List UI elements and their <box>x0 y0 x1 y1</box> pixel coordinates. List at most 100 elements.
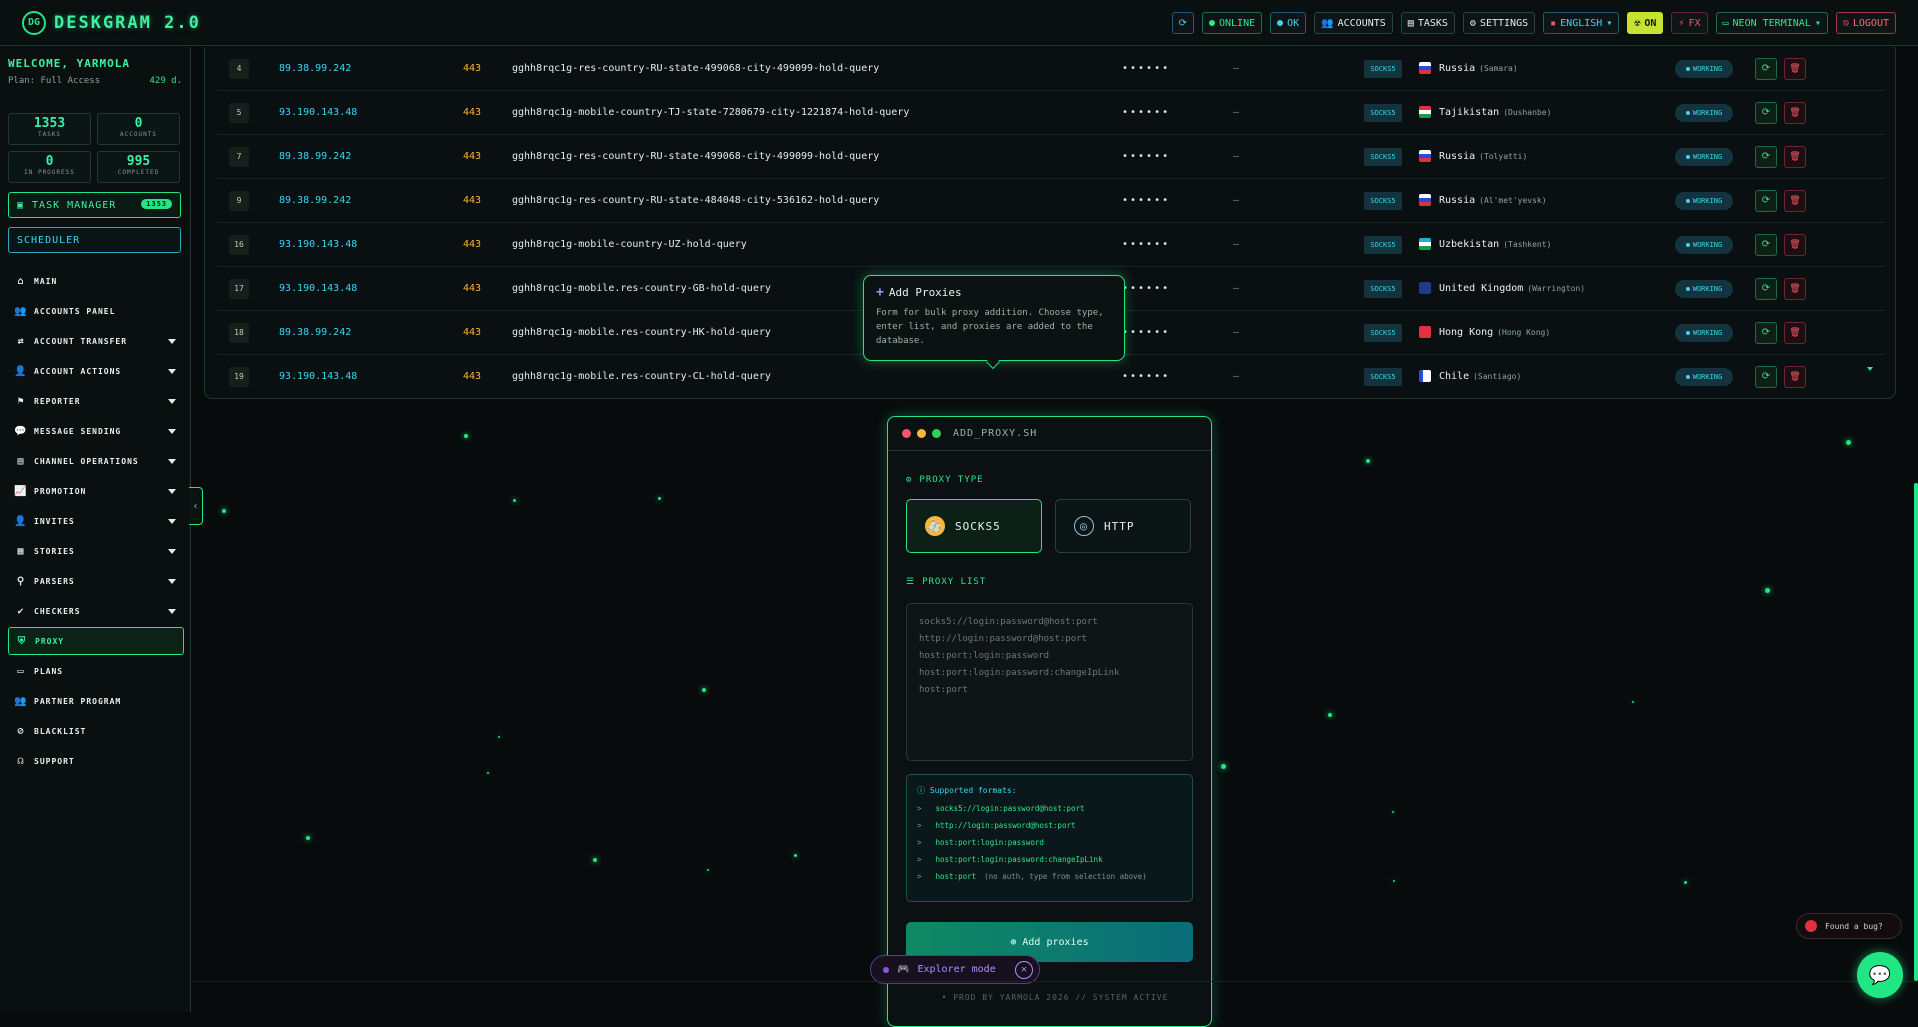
delete-proxy-button[interactable]: 🗑 <box>1784 233 1806 256</box>
format-text: http://login:password@host:port <box>935 821 1076 830</box>
refresh-proxy-button[interactable]: ⟳ <box>1755 189 1777 212</box>
language-select[interactable]: ▪ ENGLISH ▾ <box>1543 12 1620 34</box>
chevron-down-icon[interactable] <box>168 428 176 434</box>
proxy-list-input[interactable] <box>906 603 1193 761</box>
city-name: (Tolyatti) <box>1479 152 1528 161</box>
sidebar-item-account-actions[interactable]: 👤 ACCOUNT ACTIONS <box>8 357 184 385</box>
stat-accounts: 0 ACCOUNTS <box>97 113 180 145</box>
refresh-button[interactable]: ⟳ <box>1171 12 1194 34</box>
sidebar-item-parsers[interactable]: ⚲ PARSERS <box>8 567 184 595</box>
row-password: •••••• <box>1122 327 1171 338</box>
sidebar-item-stories[interactable]: ▦ STORIES <box>8 537 184 565</box>
sidebar-item-label: MAIN <box>34 276 58 286</box>
chevron-down-icon[interactable] <box>168 338 176 344</box>
chevron-down-icon[interactable] <box>168 398 176 404</box>
tj-flag-icon <box>1419 106 1431 118</box>
sidebar-item-accounts-panel[interactable]: 👥 ACCOUNTS PANEL <box>8 297 184 325</box>
prompt-icon: > <box>917 872 922 881</box>
socks5-option[interactable]: 🧦 SOCKS5 <box>906 499 1042 553</box>
row-ip: 89.38.99.242 <box>279 63 352 74</box>
card-icon: ▭ <box>17 665 25 677</box>
chat-button[interactable]: 💬 <box>1857 952 1903 998</box>
app-logo[interactable]: DG DESKGRAM 2.0 <box>22 10 201 35</box>
sidebar-item-invites[interactable]: 👤 INVITES <box>8 507 184 535</box>
formats-title: ⓘ Supported formats: <box>917 786 1017 795</box>
refresh-proxy-button[interactable]: ⟳ <box>1755 277 1777 300</box>
chevron-left-icon: ‹ <box>192 500 199 512</box>
sidebar-item-blacklist[interactable]: ⊘ BLACKLIST <box>8 717 184 745</box>
particle <box>498 736 500 738</box>
row-password: •••••• <box>1122 151 1171 162</box>
task-manager-button[interactable]: ▣ TASK MANAGER 1353 <box>8 192 181 218</box>
sidebar-item-proxy[interactable]: ⛨ PROXY <box>8 627 184 655</box>
accounts-button[interactable]: 👥 ACCOUNTS <box>1314 12 1393 34</box>
sidebar-item-message-sending[interactable]: 💬 MESSAGE SENDING <box>8 417 184 445</box>
delete-proxy-button[interactable]: 🗑 <box>1784 145 1806 168</box>
row-type-badge: SOCKS5 <box>1364 147 1402 166</box>
delete-proxy-button[interactable]: 🗑 <box>1784 101 1806 124</box>
sidebar-item-partner-program[interactable]: 👥 PARTNER PROGRAM <box>8 687 184 715</box>
row-country: Russia (Samara) <box>1439 63 1518 74</box>
scheduler-button[interactable]: SCHEDULER <box>8 227 181 253</box>
status-text: WORKING <box>1692 328 1723 337</box>
refresh-proxy-button[interactable]: ⟳ <box>1755 101 1777 124</box>
refresh-proxy-button[interactable]: ⟳ <box>1755 321 1777 344</box>
explorer-mode-pill[interactable]: 🎮 Explorer mode ✕ <box>870 955 1040 984</box>
chevron-down-icon[interactable] <box>168 368 176 374</box>
chevron-down-icon[interactable] <box>168 518 176 524</box>
chevron-down-icon[interactable] <box>168 578 176 584</box>
row-id: 16 <box>229 234 249 255</box>
status-badge: WORKING <box>1675 367 1733 386</box>
sidebar-item-main[interactable]: ⌂ MAIN <box>8 267 184 295</box>
sidebar-item-support[interactable]: ☊ SUPPORT <box>8 747 184 775</box>
report-bug-button[interactable]: Found a bug? <box>1796 913 1902 939</box>
table-scroll-down-icon[interactable] <box>1867 367 1873 371</box>
delete-proxy-button[interactable]: 🗑 <box>1784 321 1806 344</box>
refresh-proxy-button[interactable]: ⟳ <box>1755 233 1777 256</box>
sidebar-collapse-button[interactable]: ‹ <box>189 487 203 525</box>
online-dot-icon <box>1208 20 1215 26</box>
sound-toggle[interactable]: ☢ ON <box>1627 12 1664 34</box>
status-badge: WORKING <box>1675 59 1733 78</box>
refresh-proxy-button[interactable]: ⟳ <box>1755 365 1777 388</box>
task-count-badge: 1353 <box>141 199 172 209</box>
http-option[interactable]: ◎ HTTP <box>1055 499 1191 553</box>
sidebar-item-label: PROXY <box>35 636 65 646</box>
page-scrollbar[interactable] <box>1914 483 1918 981</box>
delete-proxy-button[interactable]: 🗑 <box>1784 57 1806 80</box>
sidebar-item-checkers[interactable]: ✔ CHECKERS <box>8 597 184 625</box>
window-close-dot[interactable] <box>902 429 911 438</box>
logout-button[interactable]: ⎋ LOGOUT <box>1835 12 1896 34</box>
settings-button[interactable]: ⚙ SETTINGS <box>1462 12 1536 34</box>
close-icon[interactable]: ✕ <box>1015 960 1033 979</box>
sidebar-item-channel-operations[interactable]: ▤ CHANNEL OPERATIONS <box>8 447 184 475</box>
particle <box>464 434 468 438</box>
chevron-down-icon: ▾ <box>1814 17 1821 29</box>
chevron-down-icon[interactable] <box>168 608 176 614</box>
chat-icon: 💬 <box>14 425 28 437</box>
sidebar-item-label: REPORTER <box>34 396 81 406</box>
fx-toggle[interactable]: ⚡ FX <box>1671 12 1708 34</box>
window-minimize-dot[interactable] <box>917 429 926 438</box>
refresh-proxy-button[interactable]: ⟳ <box>1755 57 1777 80</box>
format-text: host:port:login:password <box>935 838 1044 847</box>
tasks-button[interactable]: ▤ TASKS <box>1400 12 1455 34</box>
headset-icon: ☊ <box>17 755 25 767</box>
chevron-down-icon[interactable] <box>168 488 176 494</box>
sidebar-item-reporter[interactable]: ⚑ REPORTER <box>8 387 184 415</box>
window-maximize-dot[interactable] <box>932 429 941 438</box>
format-text: host:port:login:password:changeIpLink <box>935 855 1103 864</box>
delete-proxy-button[interactable]: 🗑 <box>1784 189 1806 212</box>
chevron-down-icon[interactable] <box>168 548 176 554</box>
theme-select[interactable]: ▭ NEON TERMINAL ▾ <box>1715 12 1828 34</box>
sidebar-item-account-transfer[interactable]: ⇄ ACCOUNT TRANSFER <box>8 327 184 355</box>
delete-proxy-button[interactable]: 🗑 <box>1784 277 1806 300</box>
sidebar-item-promotion[interactable]: 📈 PROMOTION <box>8 477 184 505</box>
tooltip-title: Add Proxies <box>888 286 962 299</box>
sidebar-item-plans[interactable]: ▭ PLANS <box>8 657 184 685</box>
refresh-proxy-button[interactable]: ⟳ <box>1755 145 1777 168</box>
row-type-badge: SOCKS5 <box>1364 59 1402 78</box>
delete-proxy-button[interactable]: 🗑 <box>1784 365 1806 388</box>
chevron-down-icon[interactable] <box>168 458 176 464</box>
format-item: > host:port (no auth, type from selection … <box>917 872 1182 889</box>
